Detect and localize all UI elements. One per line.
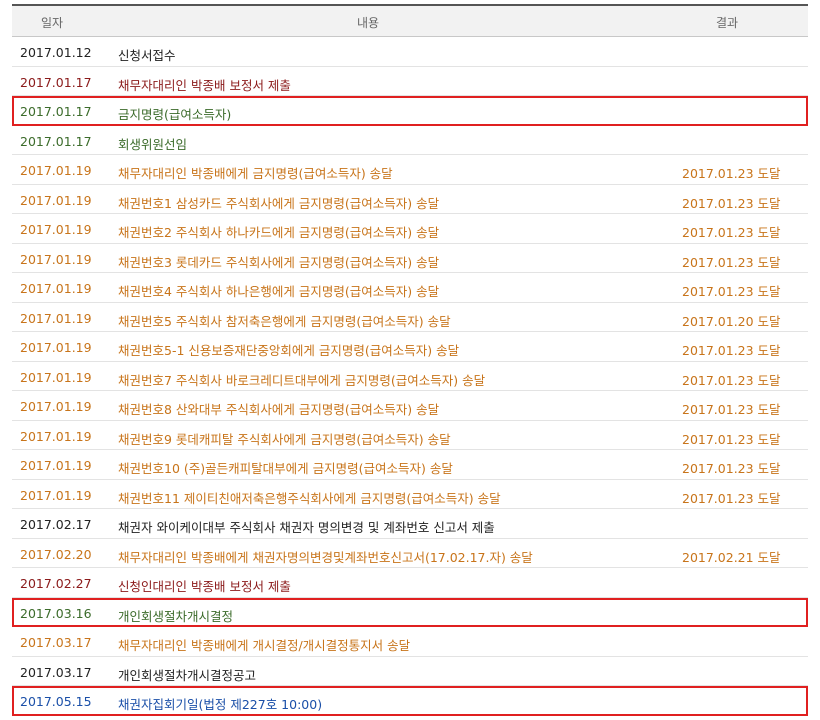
row-date: 2017.01.12 — [20, 45, 92, 60]
row-date: 2017.05.15 — [20, 694, 92, 709]
row-date: 2017.01.19 — [20, 340, 92, 355]
table-row: 2017.01.19 채권번호5-1 신용보증재단중앙회에게 금지명령(급여소득자… — [12, 332, 808, 362]
table-row: 2017.01.19 채권번호4 주식회사 하나은행에게 금지명령(급여소득자) … — [12, 273, 808, 303]
table-row: 2017.02.27 신청인대리인 박종배 보정서 제출 — [12, 568, 808, 598]
row-result: 2017.01.23 도달 — [682, 431, 781, 447]
table-row: 2017.01.12 신청서접수 — [12, 37, 808, 67]
row-result: 2017.01.23 도달 — [682, 402, 781, 417]
header-content: 내용 — [357, 16, 380, 30]
row-date: 2017.01.19 — [20, 310, 92, 326]
table-row: 2017.02.20 채무자대리인 박종배에게 채권자명의변경및계좌번호신고서(1… — [12, 539, 808, 568]
table-row: 2017.03.17 채무자대리인 박종배에게 개시결정/개시결정통지서 송달 — [12, 627, 808, 657]
table-row: 2017.01.17 회생위원선임 — [12, 126, 808, 155]
row-date: 2017.03.16 — [20, 605, 92, 621]
row-content: 채무자대리인 박종배에게 채권자명의변경및계좌번호신고서(17.02.17.자)… — [118, 549, 533, 565]
row-content: 채권번호5 주식회사 참저축은행에게 금지명령(급여소득자) 송달 — [118, 313, 451, 329]
row-result: 2017.01.23 도달 — [682, 284, 781, 299]
row-result: 2017.01.23 도달 — [682, 225, 781, 240]
row-content: 개인회생절차개시결정 — [118, 608, 234, 624]
row-date: 2017.03.17 — [20, 635, 92, 650]
row-date: 2017.01.19 — [20, 458, 92, 473]
table-body: 2017.01.12 신청서접수 2017.01.17 채무자대리인 박종배 보정서 … — [12, 37, 808, 716]
table-row: 2017.03.16 개인회생절차개시결정 — [12, 597, 808, 627]
header-result: 결과 — [716, 16, 739, 30]
row-date: 2017.01.19 — [20, 428, 92, 444]
header-date: 일자 — [41, 16, 64, 30]
table-row: 2017.01.19 채권번호10 (주)골든캐피탈대부에게 금지명령(급여소득자… — [12, 450, 808, 480]
row-date: 2017.01.19 — [20, 222, 92, 237]
row-date: 2017.02.27 — [20, 576, 92, 591]
row-content: 금지명령(급여소득자) — [118, 107, 232, 122]
row-content: 채권자 와이케이대부 주식회사 채권자 명의변경 및 계좌번호 신고서 제출 — [118, 520, 495, 535]
table-row: 2017.01.17 채무자대리인 박종배 보정서 제출 — [12, 67, 808, 96]
row-date: 2017.01.17 — [20, 74, 92, 90]
row-date: 2017.02.17 — [20, 517, 92, 532]
row-content: 개인회생절차개시결정공고 — [118, 667, 257, 683]
case-progress-table: 일자 내용 결과 2017.01.12 신청서접수 2017.01.17 채무자대리인… — [12, 4, 808, 716]
row-date: 2017.01.17 — [20, 133, 92, 149]
row-result: 2017.01.23 도달 — [682, 461, 781, 476]
row-result: 2017.01.23 도달 — [682, 166, 781, 181]
row-result: 2017.01.23 도달 — [682, 254, 781, 270]
table-row: 2017.03.17 개인회생절차개시결정공고 — [12, 657, 808, 686]
row-result: 2017.01.23 도달 — [682, 490, 781, 506]
row-content: 채권자집회기일(법정 제227호 10:00) — [118, 697, 323, 712]
row-content: 채권번호9 롯데캐피탈 주식회사에게 금지명령(급여소득자) 송달 — [118, 431, 451, 447]
row-date: 2017.01.19 — [20, 369, 92, 385]
row-content: 채무자대리인 박종배에게 금지명령(급여소득자) 송달 — [118, 166, 393, 181]
row-result: 2017.01.23 도달 — [682, 195, 781, 211]
row-content: 채권번호3 롯데카드 주식회사에게 금지명령(급여소득자) 송달 — [118, 254, 440, 270]
table-row: 2017.01.19 채권번호8 산와대부 주식회사에게 금지명령(급여소득자) … — [12, 391, 808, 421]
row-date: 2017.01.19 — [20, 192, 92, 208]
table-row: 2017.01.19 채권번호3 롯데카드 주식회사에게 금지명령(급여소득자) … — [12, 244, 808, 273]
row-content: 채권번호4 주식회사 하나은행에게 금지명령(급여소득자) 송달 — [118, 284, 440, 299]
row-result: 2017.01.23 도달 — [682, 343, 781, 358]
row-content: 채권번호10 (주)골든캐피탈대부에게 금지명령(급여소득자) 송달 — [118, 461, 453, 476]
table-row: 2017.02.17 채권자 와이케이대부 주식회사 채권자 명의변경 및 계좌번… — [12, 509, 808, 539]
table-row: 2017.01.19 채권번호11 제이티친애저축은행주식회사에게 금지명령(급여… — [12, 480, 808, 509]
table-header: 일자 내용 결과 — [12, 4, 808, 37]
row-date: 2017.01.19 — [20, 399, 92, 414]
row-content: 채권번호1 삼성카드 주식회사에게 금지명령(급여소득자) 송달 — [118, 195, 440, 211]
row-content: 채권번호8 산와대부 주식회사에게 금지명령(급여소득자) 송달 — [118, 402, 440, 417]
row-content: 회생위원선임 — [118, 136, 188, 152]
table-row: 2017.05.15 채권자집회기일(법정 제227호 10:00) — [12, 686, 808, 716]
table-row: 2017.01.19 채권번호2 주식회사 하나카드에게 금지명령(급여소득자) … — [12, 214, 808, 244]
row-date: 2017.02.20 — [20, 546, 92, 562]
table-row: 2017.01.19 채권번호9 롯데캐피탈 주식회사에게 금지명령(급여소득자)… — [12, 421, 808, 450]
row-result: 2017.01.23 도달 — [682, 372, 781, 388]
table-row: 2017.01.19 채권번호5 주식회사 참저축은행에게 금지명령(급여소득자)… — [12, 303, 808, 332]
row-content: 신청서접수 — [118, 48, 176, 63]
row-date: 2017.01.19 — [20, 281, 92, 296]
row-content: 채무자대리인 박종배 보정서 제출 — [118, 77, 291, 93]
row-date: 2017.01.19 — [20, 487, 92, 503]
table-row: 2017.01.19 채무자대리인 박종배에게 금지명령(급여소득자) 송달 201… — [12, 155, 808, 185]
row-date: 2017.01.17 — [20, 104, 92, 119]
row-date: 2017.01.19 — [20, 251, 92, 267]
row-result: 2017.01.20 도달 — [682, 313, 781, 329]
table-row: 2017.01.17 금지명령(급여소득자) — [12, 96, 808, 126]
table-row: 2017.01.19 채권번호1 삼성카드 주식회사에게 금지명령(급여소득자) … — [12, 185, 808, 214]
row-content: 채권번호7 주식회사 바로크레디트대부에게 금지명령(급여소득자) 송달 — [118, 372, 486, 388]
table-row: 2017.01.19 채권번호7 주식회사 바로크레디트대부에게 금지명령(급여소… — [12, 362, 808, 391]
row-content: 채권번호2 주식회사 하나카드에게 금지명령(급여소득자) 송달 — [118, 225, 440, 240]
row-content: 채무자대리인 박종배에게 개시결정/개시결정통지서 송달 — [118, 638, 411, 653]
row-result: 2017.02.21 도달 — [682, 549, 781, 565]
row-date: 2017.03.17 — [20, 664, 92, 680]
row-content: 채권번호11 제이티친애저축은행주식회사에게 금지명령(급여소득자) 송달 — [118, 490, 501, 506]
row-content: 채권번호5-1 신용보증재단중앙회에게 금지명령(급여소득자) 송달 — [118, 343, 460, 358]
row-content: 신청인대리인 박종배 보정서 제출 — [118, 579, 291, 594]
row-date: 2017.01.19 — [20, 163, 92, 178]
